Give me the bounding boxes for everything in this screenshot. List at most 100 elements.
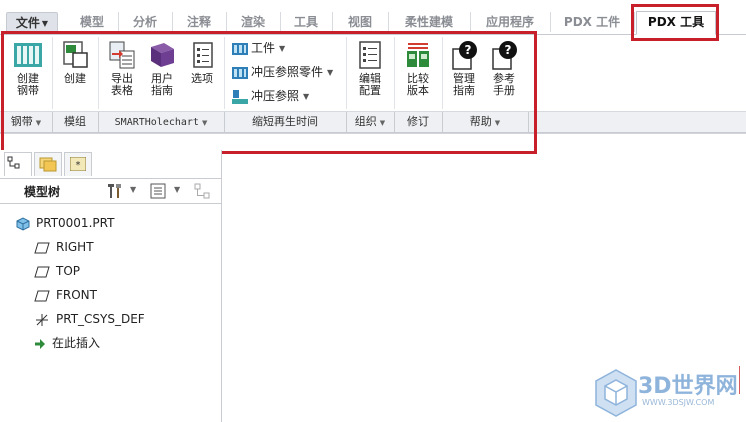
chevron-down-icon: ▼	[201, 119, 208, 127]
stamping-part-label: 冲压参照零件	[251, 65, 324, 79]
group-organize[interactable]: 组织 ▼	[346, 112, 395, 132]
user-guide-button[interactable]: 用户 指南	[142, 39, 182, 97]
folder-browser-tab[interactable]	[34, 152, 62, 176]
settings-list-icon[interactable]	[150, 183, 166, 199]
tab-render-label: 渲染	[240, 15, 265, 29]
group-rebar[interactable]: 钢带 ▼	[0, 112, 53, 132]
create-rebar-button[interactable]: 创建 钢带	[6, 39, 50, 97]
folder-icon	[39, 157, 57, 172]
svg-text:?: ?	[465, 43, 472, 57]
separator	[394, 37, 395, 109]
group-help[interactable]: 帮助 ▼	[442, 112, 529, 132]
compare-version-icon	[407, 43, 429, 67]
chevron-down-icon: ▼	[41, 18, 49, 28]
export-table-button[interactable]: 导出 表格	[102, 39, 142, 97]
separator	[98, 37, 99, 109]
options-list-icon	[193, 42, 213, 68]
stamping-ref-icon	[232, 89, 248, 104]
cube-logo-icon	[595, 369, 637, 417]
edit-config-label: 编辑 配置	[359, 72, 381, 97]
tab-flexible-modeling[interactable]: 柔性建模	[388, 12, 471, 32]
filter-icon[interactable]	[194, 183, 210, 199]
tree-node-label: 在此插入	[52, 336, 101, 350]
watermark-logo: 3D世界网 WWW.3DSJW.COM	[592, 364, 746, 422]
options-label: 选项	[191, 72, 213, 85]
export-table-label: 导出 表格	[111, 72, 133, 97]
tab-analysis[interactable]: 分析	[118, 12, 173, 32]
datum-plane-icon	[34, 266, 50, 277]
workpiece-icon	[232, 42, 248, 55]
stamping-ref-label: 冲压参照	[251, 89, 300, 103]
tree-node-label: PRT0001.PRT	[36, 216, 115, 230]
svg-text:?: ?	[505, 43, 512, 57]
chevron-down-icon[interactable]: ▼	[130, 185, 136, 194]
stamping-ref-button[interactable]: 冲压参照 ▼	[232, 87, 309, 105]
tab-pdx-tools-label: PDX 工具	[647, 15, 705, 29]
reference-manual-button[interactable]: ? 参考 手册	[484, 39, 524, 97]
group-shorten-regen: 缩短再生时间	[224, 112, 347, 132]
chevron-down-icon[interactable]: ▼	[174, 185, 180, 194]
chevron-down-icon: ▼	[379, 119, 386, 127]
tab-applications[interactable]: 应用程序	[470, 12, 551, 32]
tab-model-label: 模型	[79, 15, 104, 29]
group-module-label: 模组	[64, 115, 86, 128]
create-module-button[interactable]: 创建	[56, 39, 94, 85]
group-smartholechart[interactable]: SMARTHolechart ▼	[98, 112, 225, 132]
tree-node-csys[interactable]: PRT_CSYS_DEF	[34, 310, 145, 328]
tree-node-part[interactable]: PRT0001.PRT	[16, 214, 114, 232]
file-menu-label: 文件	[15, 16, 40, 30]
tree-node-label: PRT_CSYS_DEF	[56, 312, 145, 326]
navigator-panel: * 模型树 ▼ ▼ PRT0001.PRT RIGHT TOP FRONT PR…	[0, 150, 222, 422]
manage-guide-button[interactable]: ? 管理 指南	[444, 39, 484, 97]
stamping-part-button[interactable]: 冲压参照零件 ▼	[232, 63, 333, 81]
separator	[442, 37, 443, 109]
chevron-down-icon: ▼	[35, 119, 42, 127]
export-table-icon	[109, 41, 135, 69]
separator	[52, 37, 53, 109]
tab-view[interactable]: 视图	[332, 12, 389, 32]
datum-plane-icon	[34, 242, 50, 253]
tree-node-insert-here[interactable]: 在此插入	[34, 334, 100, 352]
rebar-icon	[14, 43, 42, 67]
options-button[interactable]: 选项	[184, 39, 220, 85]
datum-plane-icon	[34, 290, 50, 301]
workpiece-button[interactable]: 工件 ▼	[232, 39, 285, 57]
tools-icon[interactable]	[106, 182, 126, 200]
edit-config-button[interactable]: 编辑 配置	[350, 39, 390, 97]
file-menu-tab[interactable]: 文件 ▼	[6, 12, 58, 34]
tree-structure-icon	[7, 156, 20, 169]
tab-pdx-workpiece[interactable]: PDX 工件	[550, 12, 635, 32]
tree-node-datum-plane[interactable]: TOP	[34, 262, 80, 280]
tab-model[interactable]: 模型	[66, 12, 119, 32]
help-document-icon: ?	[452, 41, 477, 70]
chevron-down-icon: ▼	[303, 91, 310, 101]
tree-node-datum-plane[interactable]: RIGHT	[34, 238, 94, 256]
tab-applications-label: 应用程序	[485, 15, 534, 29]
chevron-down-icon: ▼	[494, 119, 501, 127]
tab-annotate-label: 注释	[186, 15, 211, 29]
group-organize-label: 组织	[354, 115, 377, 128]
reference-manual-label: 参考 手册	[493, 72, 515, 97]
tab-render[interactable]: 渲染	[226, 12, 281, 32]
edit-config-icon	[359, 41, 381, 69]
tab-pdx-tools[interactable]: PDX 工具	[636, 11, 716, 35]
create-rebar-label: 创建 钢带	[17, 72, 39, 97]
group-smartholechart-label: SMARTHolechart	[114, 117, 199, 128]
group-rebar-label: 钢带	[10, 115, 33, 128]
tab-tools[interactable]: 工具	[280, 12, 333, 32]
model-tree-tab[interactable]	[4, 152, 32, 176]
group-shorten-regen-label: 缩短再生时间	[252, 115, 318, 128]
tab-annotate[interactable]: 注释	[172, 12, 227, 32]
tree-node-datum-plane[interactable]: FRONT	[34, 286, 97, 304]
watermark-text: 3D世界网	[638, 374, 738, 399]
tree-node-label: RIGHT	[56, 240, 94, 254]
tab-analysis-label: 分析	[132, 15, 157, 29]
chevron-down-icon: ▼	[327, 67, 334, 77]
favorites-tab[interactable]: *	[64, 152, 92, 176]
tab-pdx-workpiece-label: PDX 工件	[563, 15, 621, 29]
tab-tools-label: 工具	[293, 15, 318, 29]
separator	[346, 37, 347, 109]
compare-version-button[interactable]: 比较 版本	[398, 39, 438, 97]
tree-node-label: TOP	[56, 264, 81, 278]
workpiece-label: 工件	[251, 41, 276, 55]
